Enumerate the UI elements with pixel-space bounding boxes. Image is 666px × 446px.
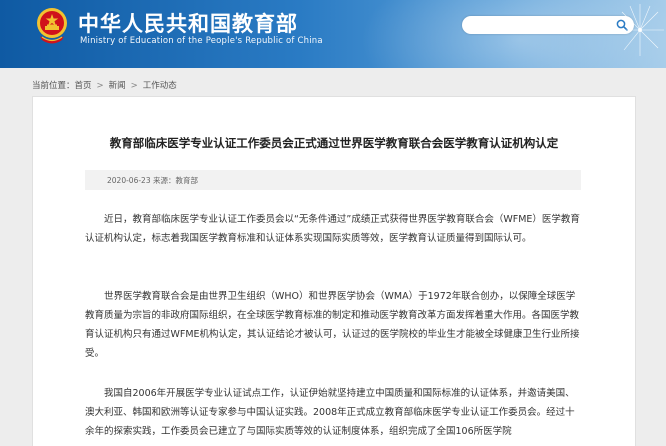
- search-input[interactable]: [470, 18, 610, 32]
- article-paragraph: 世界医学教育联合会是由世界卫生组织（WHO）和世界医学协会（WMA）于1972年…: [85, 291, 580, 359]
- article-paragraph: 我国自2006年开展医学专业认证试点工作，认证伊始就坚持建立中国质量和国际标准的…: [85, 388, 575, 437]
- site-title[interactable]: 中华人民共和国教育部: [78, 8, 298, 38]
- breadcrumb-separator: >: [130, 81, 138, 91]
- breadcrumb-separator: >: [96, 81, 104, 91]
- site-subtitle: Ministry of Education of the People's Re…: [80, 36, 323, 46]
- breadcrumb-home[interactable]: 首页: [75, 81, 92, 91]
- site-header: 中华人民共和国教育部 Ministry of Education of the …: [0, 0, 666, 68]
- article-meta: 2020-06-23 来源：教育部: [107, 176, 198, 185]
- article-title: 教育部临床医学专业认证工作委员会正式通过世界医学教育联合会医学教育认证机构认定: [109, 136, 559, 150]
- breadcrumb: 当前位置：首页 > 新闻 > 工作动态: [32, 79, 177, 91]
- breadcrumb-label: 当前位置：: [32, 81, 75, 91]
- article-meta-bar: 2020-06-23 来源：教育部: [85, 170, 581, 190]
- article-card: 教育部临床医学专业认证工作委员会正式通过世界医学教育联合会医学教育认证机构认定 …: [32, 96, 636, 446]
- breadcrumb-news[interactable]: 新闻: [109, 81, 126, 91]
- article-paragraph: 近日，教育部临床医学专业认证工作委员会以“无条件通过”成绩正式获得世界医学教育联…: [85, 214, 580, 244]
- dandelion-icon: [618, 4, 664, 56]
- national-emblem-icon[interactable]: [34, 6, 70, 46]
- breadcrumb-work-updates[interactable]: 工作动态: [143, 81, 177, 91]
